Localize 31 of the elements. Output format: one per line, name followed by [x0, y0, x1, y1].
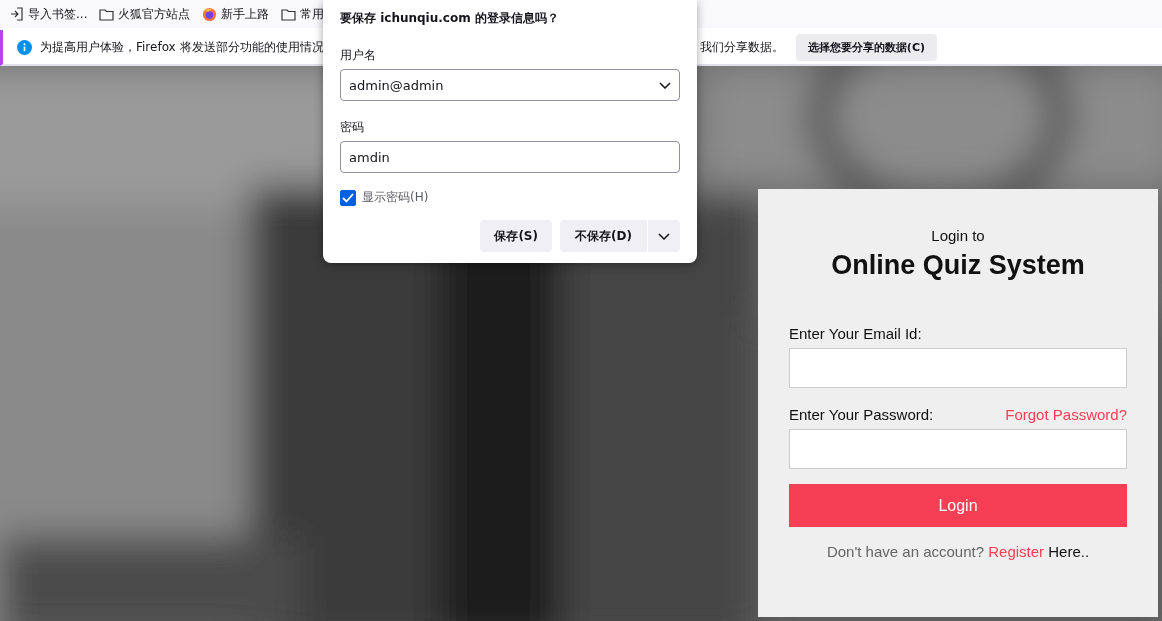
more-options-button[interactable]	[648, 220, 680, 252]
password-label: 密码	[340, 119, 365, 136]
username-label: 用户名	[340, 47, 377, 64]
dialog-title: 要保存 ichunqiu.com 的登录信息吗？	[340, 10, 560, 27]
chevron-icon	[659, 81, 671, 89]
info-icon	[17, 39, 32, 55]
browser-logo-icon	[202, 6, 218, 22]
username-field[interactable]: admin@admin	[340, 69, 680, 101]
notification-text: 我们分享数据。	[699, 38, 784, 56]
show-password-checkbox[interactable]	[340, 189, 356, 206]
login-button[interactable]: Login	[789, 484, 1127, 527]
email-field[interactable]	[789, 348, 1127, 388]
password-label: Enter Your Password:	[789, 406, 934, 423]
folder-icon	[99, 7, 115, 21]
dont-save-button[interactable]: 不保存(D)	[560, 220, 647, 252]
register-prompt: Don't have an account? Register Here..	[826, 543, 1090, 560]
save-button[interactable]: 保存(S)	[480, 220, 552, 252]
login-subtitle: Login to	[931, 227, 985, 244]
email-label: Enter Your Email Id:	[789, 325, 922, 342]
chevron-icon	[658, 232, 670, 240]
login-title: Online Quiz System	[831, 250, 1085, 281]
show-password-label: 显示密码(H)	[362, 189, 429, 206]
password-field[interactable]	[789, 429, 1127, 469]
bookmark-item[interactable]: 火狐官方站点	[118, 5, 191, 23]
bookmark-item[interactable]: 新手上路	[221, 5, 270, 23]
share-data-button[interactable]: 选择您要分享的数据(C)	[795, 33, 937, 61]
bookmark-item[interactable]: 常用	[300, 5, 325, 23]
bookmark-item[interactable]: 导入书签...	[28, 5, 88, 23]
folder-icon	[281, 7, 297, 21]
password-field[interactable]: amdin	[340, 141, 680, 173]
import-icon	[10, 7, 24, 21]
